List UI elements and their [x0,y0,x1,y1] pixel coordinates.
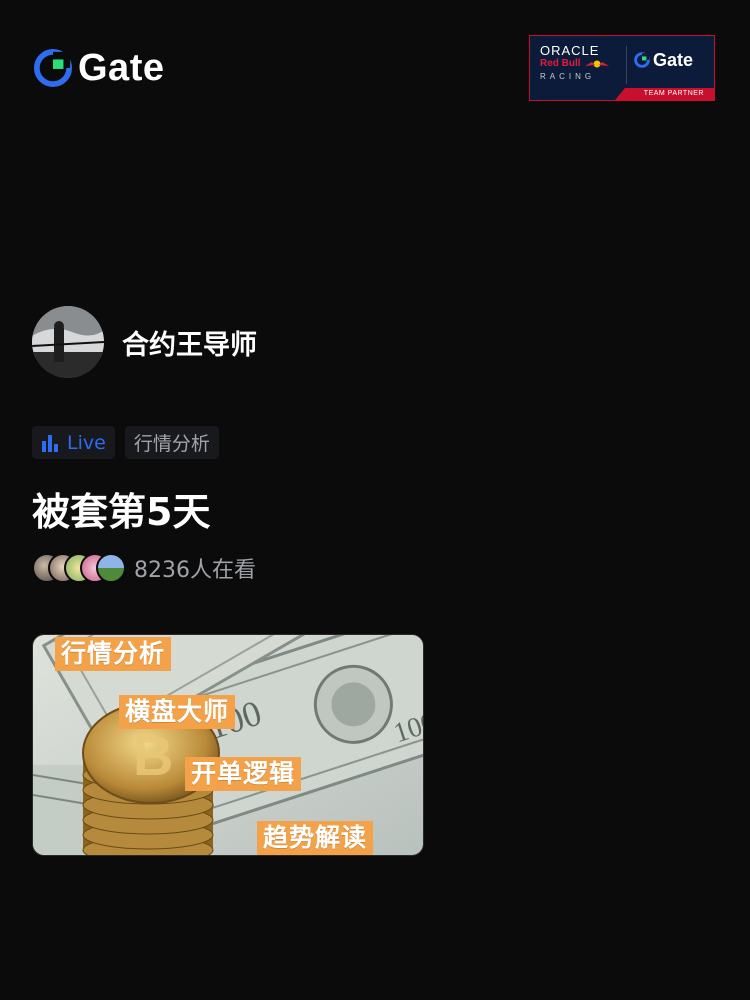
cover-label-trend: 趋势解读 [257,821,374,855]
cover-label-market: 行情分析 [55,637,172,671]
gate-logo: Gate [34,48,164,88]
cover-label-sideways: 横盘大师 [119,695,236,729]
live-bars-icon [42,434,58,452]
viewer-count: 8236人在看 [134,558,256,583]
category-label[interactable]: 行情分析 [134,429,210,456]
partner-gate-logo: Gate [634,51,693,69]
cover-label-entry-logic: 开单逻辑 [185,757,302,791]
redbull-text: Red Bull [540,57,618,71]
gate-logo-icon [34,49,72,87]
host-name[interactable]: 合约王导师 [122,323,257,362]
stream-title: 被套第5天 [32,490,211,534]
oracle-text: ORACLE [540,43,600,58]
redbull-label: Red Bull [540,58,581,69]
racing-text: RACING [540,72,596,81]
stream-tags: Live 行情分析 [32,426,219,459]
svg-text:B: B [133,724,173,787]
host-avatar[interactable] [32,306,104,378]
team-partner-badge: ORACLE Red Bull RACING Gate TEAM PARTNER [529,35,715,101]
gate-logo-icon [634,52,650,68]
live-tag: Live [32,426,115,459]
partner-gate-text: Gate [653,50,694,70]
team-partner-text: TEAM PARTNER [643,90,704,97]
host-profile[interactable]: 合约王导师 [32,306,257,378]
viewer-avatar [96,553,126,583]
viewer-summary: 8236人在看 [32,552,256,584]
bull-icon [584,60,609,68]
live-label: Live [67,431,106,454]
stream-cover[interactable]: 100 100 B 行情分析 横盘大师 开单逻辑 趋势解读 [32,634,424,856]
brand-name: Gate [78,47,165,89]
badge-divider [626,46,627,84]
viewer-avatars [32,553,126,583]
category-tag[interactable]: 行情分析 [124,426,219,459]
